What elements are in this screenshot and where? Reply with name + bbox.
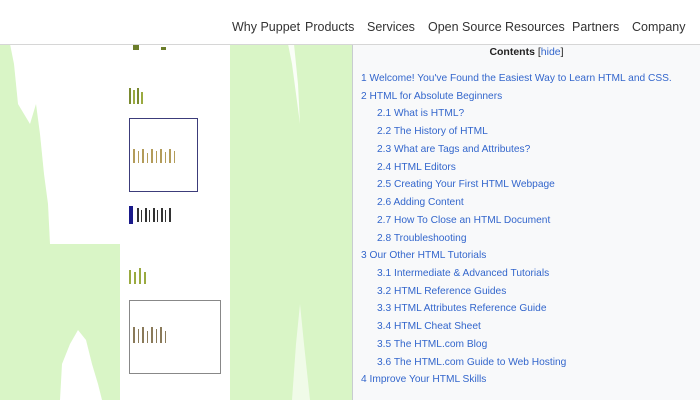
- toc-item-2-2[interactable]: 2.2 The History of HTML: [377, 126, 488, 137]
- toc-item-2-7[interactable]: 2.7 How To Close an HTML Document: [377, 215, 550, 226]
- toc-title-bar: Contents [hide]: [353, 46, 700, 58]
- toc-item-2-8[interactable]: 2.8 Troubleshooting: [377, 233, 467, 244]
- fragment-small-1: [129, 86, 145, 106]
- toc-hide-link[interactable]: hide: [541, 46, 561, 58]
- nav-item-partners[interactable]: Partners: [572, 20, 619, 34]
- toc-item-3-4[interactable]: 3.4 HTML Cheat Sheet: [377, 321, 481, 332]
- nav-item-why-puppet[interactable]: Why Puppet: [232, 20, 300, 34]
- nav-item-services[interactable]: Services: [367, 20, 415, 34]
- toc-item-3-6[interactable]: 3.6 The HTML.com Guide to Web Hosting: [377, 357, 566, 368]
- toc-item-2-6[interactable]: 2.6 Adding Content: [377, 197, 464, 208]
- nav-item-company[interactable]: Company: [632, 20, 686, 34]
- fragment-small-2: [129, 204, 177, 226]
- toc-item-2[interactable]: 2 HTML for Absolute Beginners: [361, 91, 502, 102]
- toc-item-1[interactable]: 1 Welcome! You've Found the Easiest Way …: [361, 73, 672, 84]
- table-of-contents: Contents [hide] 1 Welcome! You've Found …: [352, 41, 700, 400]
- background-image: [0, 44, 352, 400]
- nav-item-open-source[interactable]: Open Source: [428, 20, 502, 34]
- toc-item-3-3[interactable]: 3.3 HTML Attributes Reference Guide: [377, 303, 547, 314]
- toc-item-4[interactable]: 4 Improve Your HTML Skills: [361, 374, 486, 385]
- nav-item-products[interactable]: Products: [305, 20, 354, 34]
- toc-item-3-5[interactable]: 3.5 The HTML.com Blog: [377, 339, 487, 350]
- fragment-box-1: [129, 118, 198, 192]
- fragment-box-2: [129, 300, 221, 374]
- toc-title: Contents: [489, 46, 535, 58]
- toc-item-3[interactable]: 3 Our Other HTML Tutorials: [361, 250, 486, 261]
- fragment-small-3: [129, 266, 151, 286]
- toc-bracket-close: ]: [560, 46, 564, 58]
- top-navigation: Why Puppet Products Services Open Source…: [0, 0, 700, 45]
- toc-item-2-1[interactable]: 2.1 What is HTML?: [377, 108, 464, 119]
- toc-item-2-4[interactable]: 2.4 HTML Editors: [377, 162, 456, 173]
- toc-item-3-1[interactable]: 3.1 Intermediate & Advanced Tutorials: [377, 268, 549, 279]
- nav-item-resources[interactable]: Resources: [505, 20, 565, 34]
- toc-item-3-2[interactable]: 3.2 HTML Reference Guides: [377, 286, 506, 297]
- toc-item-2-3[interactable]: 2.3 What are Tags and Attributes?: [377, 144, 530, 155]
- toc-item-2-5[interactable]: 2.5 Creating Your First HTML Webpage: [377, 179, 555, 190]
